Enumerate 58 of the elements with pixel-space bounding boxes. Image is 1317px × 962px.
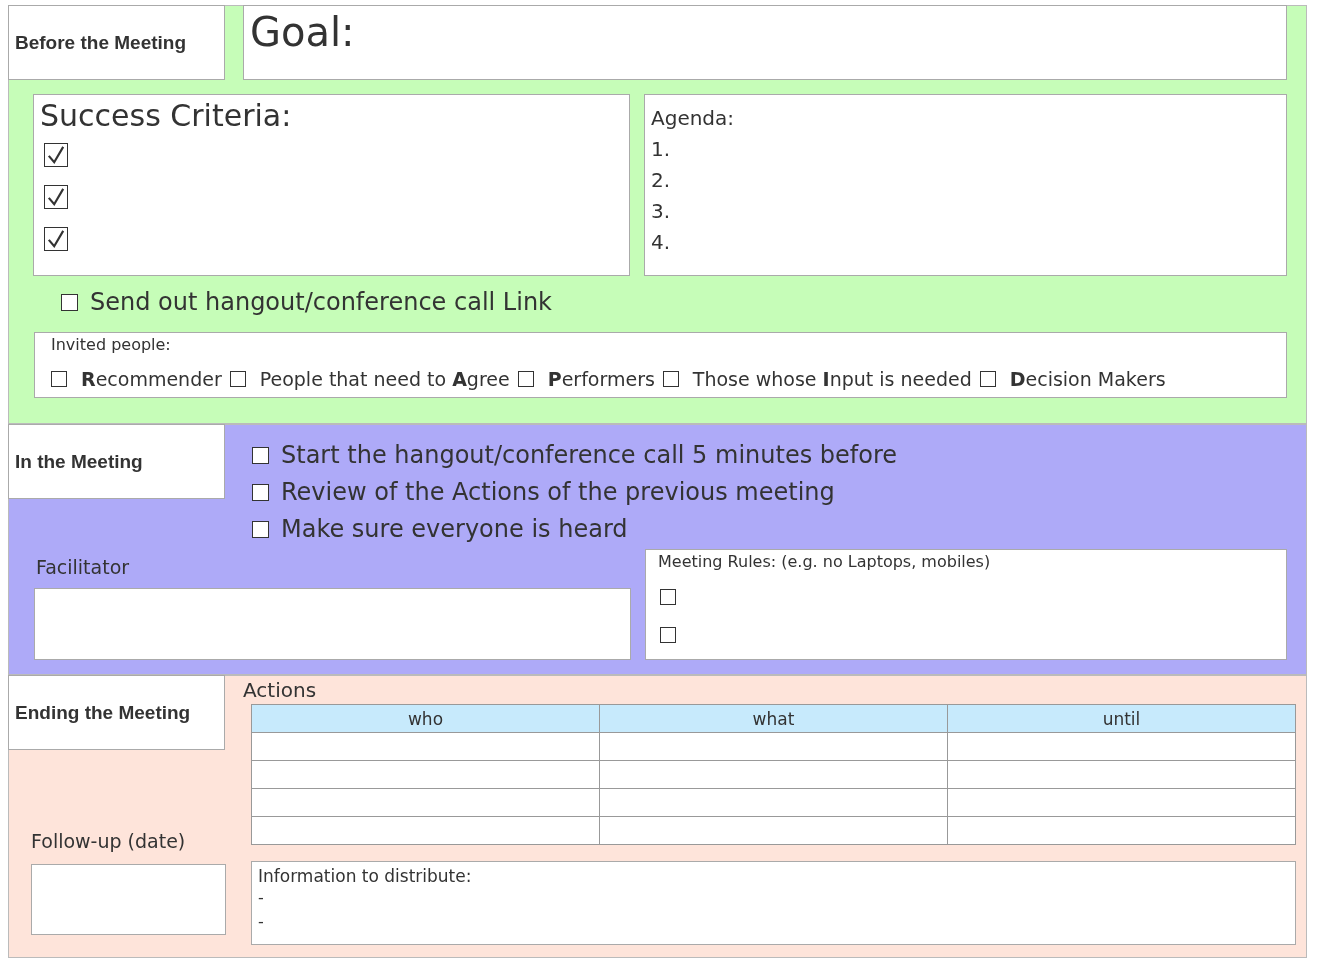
checkbox[interactable] [252, 483, 269, 501]
follow-up-date-field[interactable] [31, 864, 226, 935]
table-cell[interactable] [947, 732, 1296, 761]
column-header: what [599, 704, 948, 733]
checkbox[interactable] [662, 371, 679, 387]
agenda-number: 4. [651, 229, 672, 256]
role-label: Those whose Input is needed [692, 368, 972, 390]
checkbox[interactable] [61, 293, 78, 311]
goal-field[interactable]: Goal: [243, 5, 1287, 80]
table-cell[interactable] [947, 760, 1296, 789]
checkbox[interactable] [44, 142, 68, 167]
section-title: Before the Meeting [8, 5, 225, 80]
role-label: Performers [547, 368, 655, 390]
table-cell[interactable] [947, 816, 1296, 845]
checkbox[interactable] [660, 627, 676, 643]
checkbox[interactable] [44, 184, 68, 209]
checkbox[interactable] [252, 520, 269, 538]
follow-up-label: Follow-up (date) [31, 830, 187, 852]
section-title: In the Meeting [8, 424, 225, 499]
checklist-item-text: Make sure everyone is heard [281, 515, 628, 543]
checkbox[interactable] [517, 371, 534, 387]
checkbox[interactable] [660, 589, 676, 605]
checkbox[interactable] [979, 371, 996, 387]
table-cell[interactable] [599, 788, 948, 817]
table-cell[interactable] [251, 732, 600, 761]
agenda-number: 3. [651, 198, 672, 225]
success-criteria-title: Success Criteria: [40, 97, 293, 135]
checkbox[interactable] [44, 226, 68, 251]
agenda-number: 2. [651, 167, 672, 194]
information-title: Information to distribute: [258, 866, 473, 886]
role-label: Decision Makers [1009, 368, 1166, 390]
role-label: Recommender [81, 368, 222, 390]
meeting-rules-title: Meeting Rules: (e.g. no Laptops, mobiles) [658, 552, 991, 571]
table-cell[interactable] [599, 732, 948, 761]
agenda-number: 1. [651, 136, 672, 163]
checklist-item-text: Send out hangout/conference call Link [90, 288, 552, 316]
column-header: who [251, 704, 600, 733]
column-header: until [947, 704, 1296, 733]
checklist-item-text: Review of the Actions of the previous meeting [281, 478, 835, 506]
checkbox[interactable] [51, 371, 67, 387]
table-cell[interactable] [251, 788, 600, 817]
invited-title: Invited people: [51, 335, 172, 354]
agenda-title: Agenda: [651, 105, 736, 132]
section-title: Ending the Meeting [8, 675, 225, 750]
role-label: People that need to Agree [259, 368, 510, 390]
table-cell[interactable] [251, 760, 600, 789]
checkbox[interactable] [252, 446, 269, 464]
dash-line: - [258, 887, 265, 909]
table-cell[interactable] [599, 760, 948, 789]
actions-title: Actions [243, 678, 318, 702]
facilitator-label: Facilitator [36, 556, 131, 578]
checklist-item-text: Start the hangout/conference call 5 minutes before [281, 441, 898, 469]
dash-line: - [258, 911, 265, 933]
table-cell[interactable] [947, 788, 1296, 817]
table-cell[interactable] [599, 816, 948, 845]
facilitator-field[interactable] [34, 588, 631, 660]
checkbox[interactable] [229, 371, 246, 387]
table-cell[interactable] [251, 816, 600, 845]
